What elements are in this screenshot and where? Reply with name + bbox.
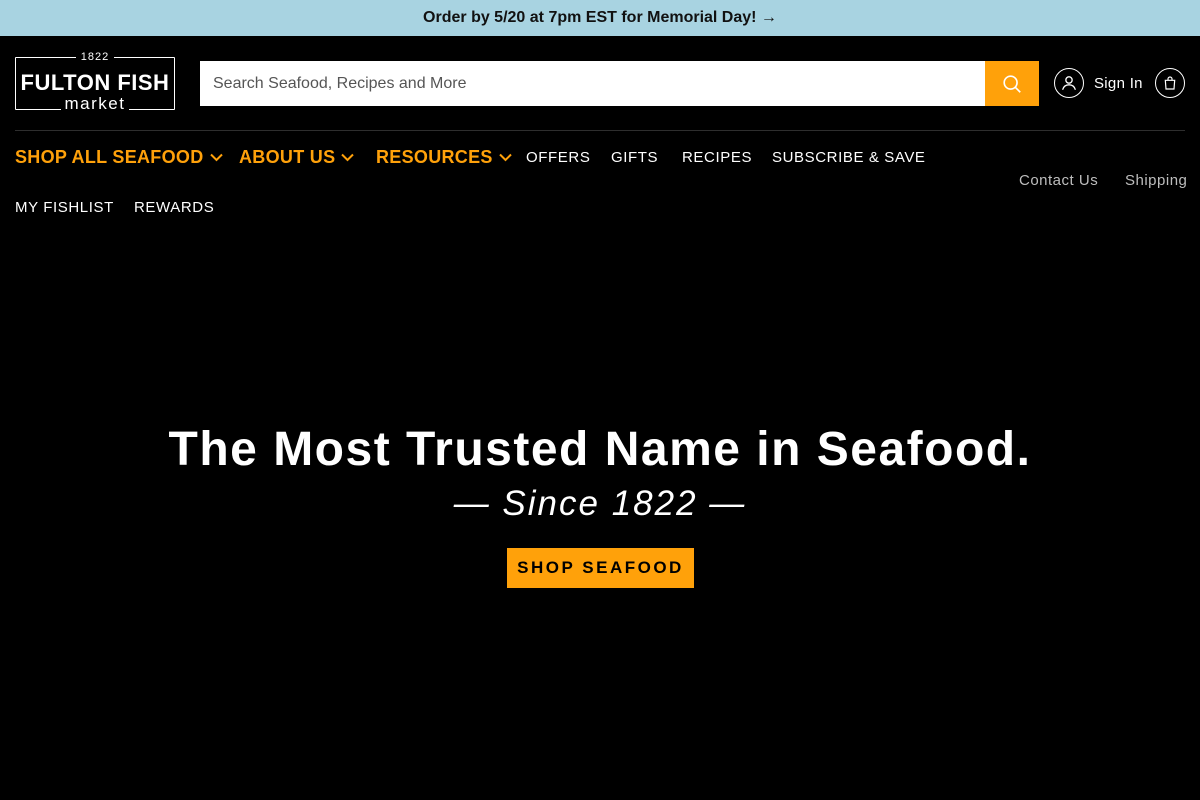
search-input[interactable] [200, 61, 986, 106]
nav-subscribe-save[interactable]: SUBSCRIBE & SAVE [772, 147, 926, 167]
search-icon [1003, 74, 1021, 93]
nav-shop-all-seafood-label[interactable]: SHOP ALL SEAFOOD [15, 147, 204, 168]
shipping-link[interactable]: Shipping [1125, 172, 1187, 189]
search-button[interactable] [985, 61, 1039, 106]
logo-subtitle: market [60, 94, 130, 113]
nav-rewards[interactable]: REWARDS [134, 197, 214, 217]
promo-banner-text[interactable]: Order by 5/20 at 7pm EST for Memorial Da… [423, 9, 777, 27]
chevron-down-icon [499, 153, 512, 161]
shop-seafood-button[interactable]: SHOP SEAFOOD [507, 548, 694, 588]
nav-my-fishlist[interactable]: MY FISHLIST [15, 197, 114, 217]
nav-about-us-label[interactable]: ABOUT US [239, 147, 335, 168]
nav-shop-all-seafood[interactable]: SHOP ALL SEAFOOD [15, 146, 223, 168]
nav-resources[interactable]: RESOURCES [376, 146, 512, 168]
chevron-down-icon [341, 153, 355, 161]
nav-recipes[interactable]: RECIPES [682, 147, 752, 167]
nav-offers[interactable]: OFFERS [526, 147, 590, 167]
user-icon [1054, 68, 1084, 98]
hero-subtitle: — Since 1822 — [453, 484, 747, 523]
sign-in-label[interactable]: Sign In [1094, 75, 1143, 92]
contact-us-link[interactable]: Contact Us [1019, 172, 1098, 189]
nav-gifts[interactable]: GIFTS [611, 147, 658, 167]
logo-name: FULTON FISH [20, 70, 170, 95]
header-divider [15, 130, 1185, 131]
nav-resources-label[interactable]: RESOURCES [376, 147, 493, 168]
fulton-fish-market-logo[interactable]: 1822 FULTON FISH market [15, 51, 175, 114]
hero-title: The Most Trusted Name in Seafood. [168, 423, 1032, 476]
promo-banner[interactable]: Order by 5/20 at 7pm EST for Memorial Da… [0, 0, 1200, 36]
logo-year: 1822 [75, 51, 115, 63]
sign-in-link[interactable]: Sign In [1054, 67, 1143, 99]
chevron-down-icon [209, 153, 223, 161]
shopping-bag-icon [1164, 76, 1176, 90]
cart-button[interactable] [1155, 68, 1185, 98]
nav-about-us[interactable]: ABOUT US [239, 146, 355, 168]
